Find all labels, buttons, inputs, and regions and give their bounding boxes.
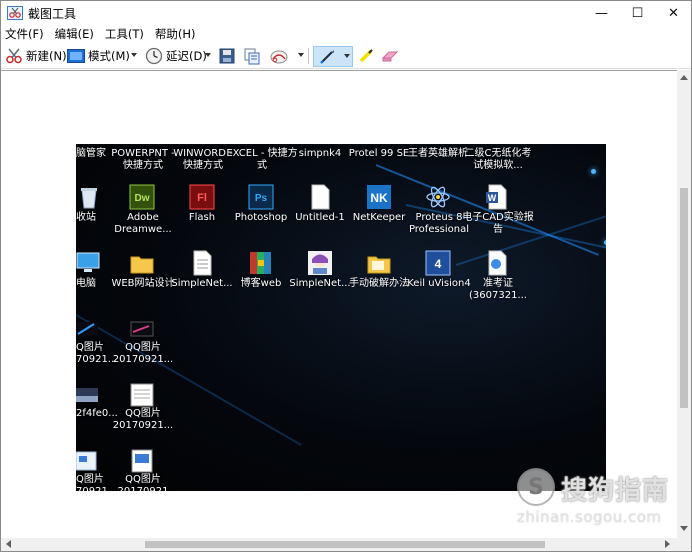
send-snip-button[interactable] (269, 46, 289, 66)
menu-tools[interactable]: 工具(T) (105, 26, 144, 42)
svg-text:Ps: Ps (255, 193, 268, 204)
captured-desktop-image: 脑管家 POWERPNT - 快捷方式 WINWORD - 快捷方式 EXCEL… (76, 144, 606, 491)
pen-tool-button[interactable] (313, 46, 353, 67)
toolbar: 新建(N) 模式(M) 延迟(D) (1, 43, 691, 69)
text-file-icon[interactable] (189, 250, 215, 276)
svg-text:Dw: Dw (135, 193, 150, 204)
save-button[interactable] (219, 46, 235, 66)
desktop-icon-label[interactable]: 二级C无纸化考试模拟软... (462, 148, 534, 172)
horizontal-scroll-thumb[interactable] (145, 541, 545, 548)
folder-icon[interactable] (129, 250, 155, 276)
copy-icon (244, 48, 260, 64)
sogou-watermark: S 搜狗指南 zhinan.sogou.com (517, 468, 677, 530)
snipping-tool-window: 截图工具 — ☐ ✕ 文件(F) 编辑(E) 工具(T) 帮助(H) 新建(N)… (0, 0, 692, 552)
horizontal-scrollbar[interactable] (1, 538, 677, 551)
proteus-icon[interactable] (425, 184, 451, 210)
highlighter-button[interactable] (357, 46, 375, 66)
image-file-icon[interactable] (76, 316, 102, 342)
scrollbar-corner (677, 538, 691, 551)
watermark-brand: 搜狗指南 (561, 476, 670, 506)
wallpaper-glow (604, 240, 606, 245)
delay-button[interactable]: 延迟(D) (145, 46, 207, 66)
eraser-icon (381, 51, 399, 62)
scroll-left-arrow[interactable] (6, 540, 11, 548)
image-file-icon[interactable] (129, 448, 155, 474)
menu-bar: 文件(F) 编辑(E) 工具(T) 帮助(H) (1, 25, 691, 43)
image-file-icon[interactable] (76, 382, 102, 408)
mode-label: 模式(M) (88, 49, 130, 63)
pen-icon (320, 50, 334, 64)
archive-icon[interactable] (248, 250, 274, 276)
new-snip-label: 新建(N) (26, 49, 67, 63)
scroll-right-arrow[interactable] (665, 540, 670, 548)
vertical-scrollbar[interactable] (677, 70, 691, 538)
pen-dropdown-arrow[interactable] (344, 54, 350, 58)
blank-file-icon[interactable] (307, 184, 333, 210)
menu-file[interactable]: 文件(F) (5, 26, 44, 42)
eraser-button[interactable] (381, 46, 399, 66)
svg-text:W: W (488, 193, 497, 203)
vertical-scroll-thumb[interactable] (680, 188, 688, 408)
copy-button[interactable] (244, 46, 261, 66)
clock-icon (145, 47, 163, 65)
mode-rect-icon (67, 49, 85, 63)
image-file-icon[interactable] (76, 448, 102, 474)
folder-icon[interactable] (366, 250, 392, 276)
scroll-down-arrow[interactable] (680, 526, 688, 531)
desktop-icon-label[interactable]: QQ图片 20170921... (107, 408, 179, 432)
send-dropdown-arrow[interactable] (298, 53, 304, 57)
watermark-url: zhinan.sogou.com (517, 508, 662, 526)
mode-dropdown-arrow[interactable] (131, 53, 137, 57)
mode-button[interactable]: 模式(M) (67, 46, 130, 66)
floppy-icon (219, 48, 235, 64)
sogou-logo-icon: S (517, 468, 555, 506)
photoshop-icon[interactable]: Ps (248, 184, 274, 210)
computer-icon[interactable] (76, 250, 102, 276)
desktop-icon-label[interactable]: QQ图片 20170921 (107, 474, 179, 491)
netkeeper-icon[interactable]: NK (366, 184, 392, 210)
dreamweaver-icon[interactable]: Dw (129, 184, 155, 210)
snipping-tool-app-icon (7, 6, 23, 20)
word-document-icon[interactable]: W (484, 184, 510, 210)
scroll-up-arrow[interactable] (680, 75, 688, 80)
title-bar[interactable]: 截图工具 — ☐ ✕ (1, 1, 691, 25)
send-icon (270, 50, 288, 64)
wallpaper-glow (591, 169, 596, 174)
anime-image-icon[interactable] (307, 250, 333, 276)
menu-help[interactable]: 帮助(H) (155, 26, 196, 42)
highlighter-icon (359, 49, 373, 63)
toolbar-separator (308, 48, 309, 64)
image-file-icon[interactable] (129, 316, 155, 342)
delay-label: 延迟(D) (166, 49, 207, 63)
flash-icon[interactable]: Fl (189, 184, 215, 210)
svg-text:Fl: Fl (197, 192, 207, 204)
scissors-icon (6, 48, 22, 64)
document-icon[interactable] (484, 250, 510, 276)
recycle-bin-icon[interactable] (76, 184, 102, 210)
image-file-icon[interactable] (129, 382, 155, 408)
close-button[interactable]: ✕ (651, 1, 692, 25)
svg-text:4: 4 (435, 257, 442, 271)
desktop-icon-label[interactable]: 准考证(3607321... (462, 278, 534, 302)
new-snip-button[interactable]: 新建(N) (5, 46, 67, 66)
keil-icon[interactable]: 4 (425, 250, 451, 276)
svg-text:NK: NK (370, 191, 388, 205)
desktop-icon-label[interactable]: 电子CAD实验报告 (462, 212, 534, 236)
menu-edit[interactable]: 编辑(E) (55, 26, 94, 42)
delay-dropdown-arrow[interactable] (205, 53, 211, 57)
window-title: 截图工具 (28, 7, 77, 21)
desktop-icon-label[interactable]: QQ图片 20170921... (107, 342, 179, 366)
